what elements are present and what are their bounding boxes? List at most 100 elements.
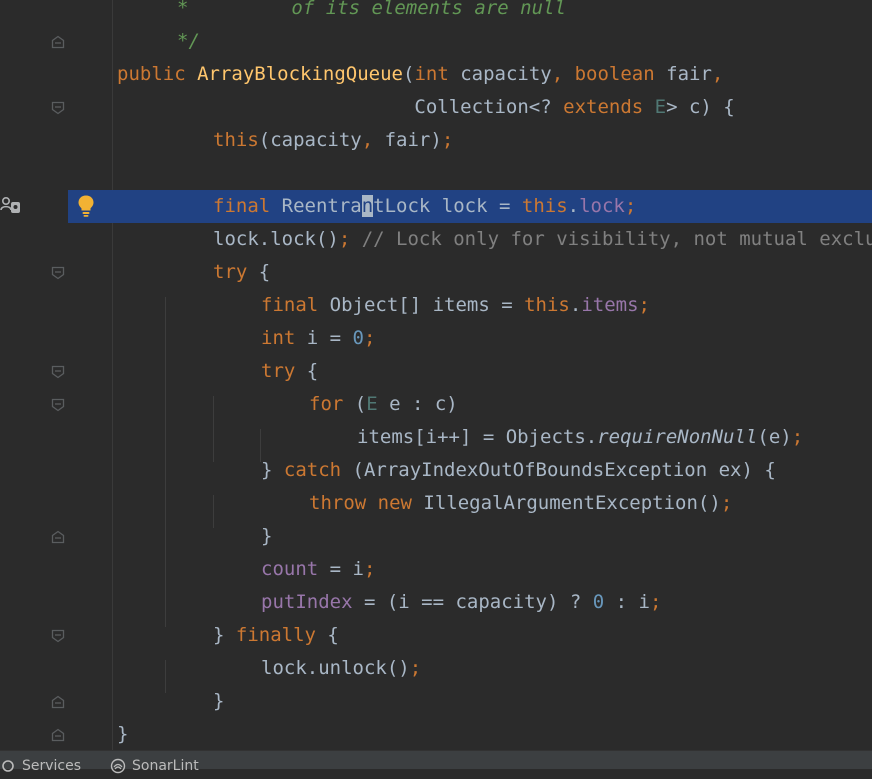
- code-line[interactable]: putIndex = (i == capacity) ? 0 : i;: [0, 586, 872, 619]
- fold-end-icon[interactable]: [51, 35, 65, 49]
- code-text: * of its elements are null: [177, 0, 566, 25]
- code-line[interactable]: lock.unlock();: [0, 652, 872, 685]
- code-token: lock: [579, 195, 625, 217]
- people-search-icon[interactable]: [0, 195, 22, 217]
- code-token: count: [261, 558, 319, 580]
- code-token: .: [569, 294, 582, 316]
- code-token: > c) {: [666, 96, 735, 118]
- code-token: 0: [352, 327, 364, 349]
- code-text: throw new IllegalArgumentException();: [309, 487, 732, 520]
- code-line[interactable]: */: [0, 25, 872, 58]
- sonarlint-tab[interactable]: SonarLint: [110, 757, 199, 775]
- code-text: try {: [261, 355, 318, 388]
- code-token: ;: [363, 558, 376, 580]
- code-line[interactable]: }: [0, 718, 872, 750]
- code-token: ,: [361, 129, 385, 151]
- code-text: }: [261, 520, 272, 553]
- code-text: int i = 0;: [261, 322, 375, 355]
- code-line[interactable]: } catch (ArrayIndexOutOfBoundsException …: [0, 454, 872, 487]
- code-token: items[i++] = Objects.: [357, 426, 598, 448]
- code-line[interactable]: try {: [0, 355, 872, 388]
- code-line[interactable]: }: [0, 520, 872, 553]
- code-token: Object[] items =: [329, 294, 525, 316]
- code-token: // Lock only for visibility, not mutual …: [361, 228, 872, 250]
- fold-end-icon[interactable]: [51, 728, 65, 742]
- code-line[interactable]: count = i;: [0, 553, 872, 586]
- code-token: */: [177, 30, 200, 52]
- fold-end-icon[interactable]: [51, 695, 65, 709]
- code-token: ;: [363, 327, 376, 349]
- code-line[interactable]: lock.lock(); // Lock only for visibility…: [0, 223, 872, 256]
- code-token: (e): [757, 426, 792, 448]
- code-token: try: [213, 261, 259, 283]
- fold-collapse-icon[interactable]: [51, 266, 65, 280]
- code-editor[interactable]: * of its elements are null */ public Array…: [0, 0, 872, 750]
- code-token: extends: [563, 96, 655, 118]
- code-line[interactable]: Collection<? extends E> c) {: [0, 91, 872, 124]
- code-token: putIndex: [261, 591, 353, 613]
- code-token: *: [177, 0, 292, 19]
- code-token: final: [261, 294, 330, 316]
- code-token: }: [117, 723, 129, 745]
- code-line[interactable]: throw new IllegalArgumentException();: [0, 487, 872, 520]
- code-token: fair): [384, 129, 442, 151]
- code-token: lock.lock(): [213, 228, 339, 250]
- code-line-current[interactable]: final ReentrantLock lock = this.lock;: [68, 190, 872, 223]
- code-token: try: [261, 360, 307, 382]
- code-text: count = i;: [261, 553, 375, 586]
- lightbulb-icon[interactable]: [76, 194, 96, 218]
- code-token: items: [581, 294, 639, 316]
- code-line[interactable]: } finally {: [0, 619, 872, 652]
- status-bar: Services SonarLint: [0, 750, 872, 774]
- code-line[interactable]: * of its elements are null: [0, 0, 872, 25]
- code-token: this: [524, 294, 570, 316]
- code-token: ArrayBlockingQueue: [197, 63, 403, 85]
- code-token: n: [361, 195, 374, 217]
- code-text: }: [117, 718, 128, 750]
- code-line[interactable]: items[i++] = Objects.requireNonNull(e);: [0, 421, 872, 454]
- code-token: requireNonNull: [597, 426, 758, 448]
- code-token: (capacity: [258, 129, 362, 151]
- code-token: int: [414, 63, 461, 85]
- fold-collapse-icon[interactable]: [51, 101, 65, 115]
- code-token: : i: [604, 591, 650, 613]
- code-token: of its elements are null: [291, 0, 566, 19]
- fold-collapse-icon[interactable]: [51, 398, 65, 412]
- code-text: } catch (ArrayIndexOutOfBoundsException …: [261, 454, 776, 487]
- code-token: = (i == capacity) ?: [352, 591, 593, 613]
- code-token: (: [354, 393, 367, 415]
- code-token: = i: [318, 558, 364, 580]
- code-line[interactable]: public ArrayBlockingQueue(int capacity, …: [0, 58, 872, 91]
- code-token: public: [117, 63, 198, 85]
- fold-collapse-icon[interactable]: [51, 365, 65, 379]
- code-token: this: [521, 195, 568, 217]
- code-line[interactable]: int i = 0;: [0, 322, 872, 355]
- code-token: lock.unlock(): [261, 657, 410, 679]
- code-line[interactable]: }: [0, 685, 872, 718]
- sonarlint-label: SonarLint: [132, 758, 199, 774]
- sonarlint-icon: [110, 758, 126, 774]
- code-line[interactable]: try {: [0, 256, 872, 289]
- fold-end-icon[interactable]: [51, 530, 65, 544]
- code-token: catch: [283, 459, 353, 481]
- code-line[interactable]: this(capacity, fair);: [0, 124, 872, 157]
- code-token: ;: [791, 426, 804, 448]
- code-token: ;: [441, 129, 454, 151]
- code-text: for (E e : c): [309, 388, 458, 421]
- code-text: lock.lock(); // Lock only for visibility…: [213, 223, 872, 256]
- code-token: ,: [551, 63, 575, 85]
- services-tab[interactable]: Services: [0, 757, 81, 775]
- code-token: 0: [592, 591, 605, 613]
- code-token: ,: [711, 63, 724, 85]
- code-token: for: [309, 393, 355, 415]
- services-icon: [0, 758, 16, 774]
- fold-collapse-icon[interactable]: [51, 629, 65, 643]
- code-line[interactable]: for (E e : c): [0, 388, 872, 421]
- code-token: }: [261, 459, 284, 481]
- code-token: }: [261, 525, 273, 547]
- code-token: int: [261, 327, 307, 349]
- code-text: items[i++] = Objects.requireNonNull(e);: [357, 421, 803, 454]
- code-token: tLock lock =: [373, 195, 522, 217]
- code-line[interactable]: final Object[] items = this.items;: [0, 289, 872, 322]
- code-line[interactable]: [0, 157, 872, 190]
